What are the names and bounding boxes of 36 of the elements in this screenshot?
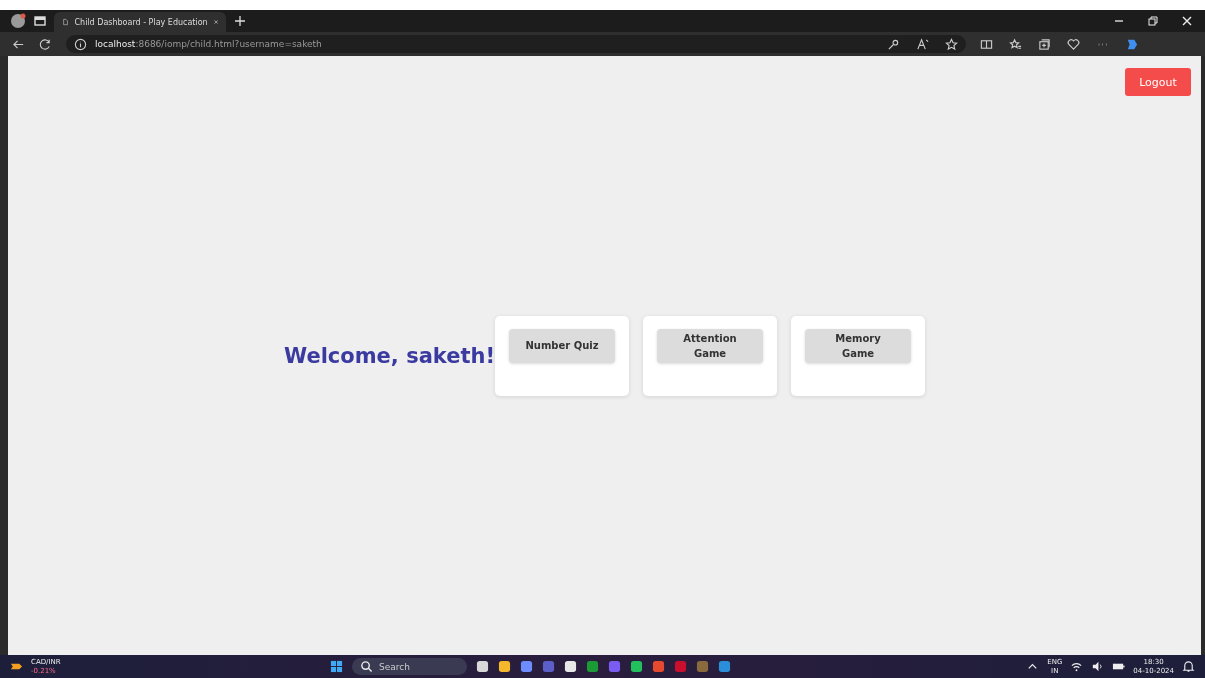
refresh-icon[interactable]	[39, 37, 52, 51]
app-icon[interactable]	[476, 660, 489, 673]
search-icon	[360, 660, 373, 673]
game-button[interactable]: Memory Game	[805, 328, 911, 363]
start-icon[interactable]	[330, 660, 343, 673]
game-button[interactable]: Number Quiz	[509, 328, 615, 363]
app-icon[interactable]	[564, 660, 577, 673]
app-icon[interactable]	[520, 660, 533, 673]
tab-title: Child Dashboard - Play Education	[74, 17, 208, 27]
new-tab-icon[interactable]	[234, 15, 246, 27]
welcome-heading: Welcome, saketh!	[284, 343, 495, 368]
favorites-icon[interactable]	[1009, 37, 1022, 51]
key-icon[interactable]	[887, 37, 900, 51]
info-icon[interactable]	[74, 37, 87, 51]
search-placeholder: Search	[379, 661, 410, 672]
profile-avatar-icon[interactable]	[10, 13, 26, 29]
restore-icon[interactable]	[1147, 15, 1159, 27]
taskbar-search-field[interactable]: Search	[352, 658, 467, 675]
game-button[interactable]: Attention Game	[657, 328, 763, 363]
address-bar[interactable]: localhost:8686/iomp/child.html?username=saketh	[66, 35, 966, 53]
app-icon[interactable]	[498, 660, 511, 673]
logout-button[interactable]: Logout	[1125, 68, 1191, 96]
collections-icon[interactable]	[1038, 37, 1051, 51]
star-icon[interactable]	[945, 37, 958, 51]
split-screen-icon[interactable]	[980, 37, 993, 51]
app-icon[interactable]	[630, 660, 643, 673]
heart-icon[interactable]	[1067, 37, 1080, 51]
tab-actions-icon[interactable]	[34, 15, 46, 27]
read-aloud-icon[interactable]	[916, 37, 929, 51]
page-icon	[62, 16, 69, 28]
bell-icon[interactable]	[1182, 660, 1195, 673]
speaker-icon[interactable]	[1091, 660, 1105, 673]
close-icon[interactable]	[1181, 15, 1193, 27]
url-text: localhost:8686/iomp/child.html?username=saketh	[95, 39, 322, 49]
browser-tab[interactable]: Child Dashboard - Play Education	[54, 12, 226, 32]
wifi-icon[interactable]	[1070, 660, 1084, 673]
